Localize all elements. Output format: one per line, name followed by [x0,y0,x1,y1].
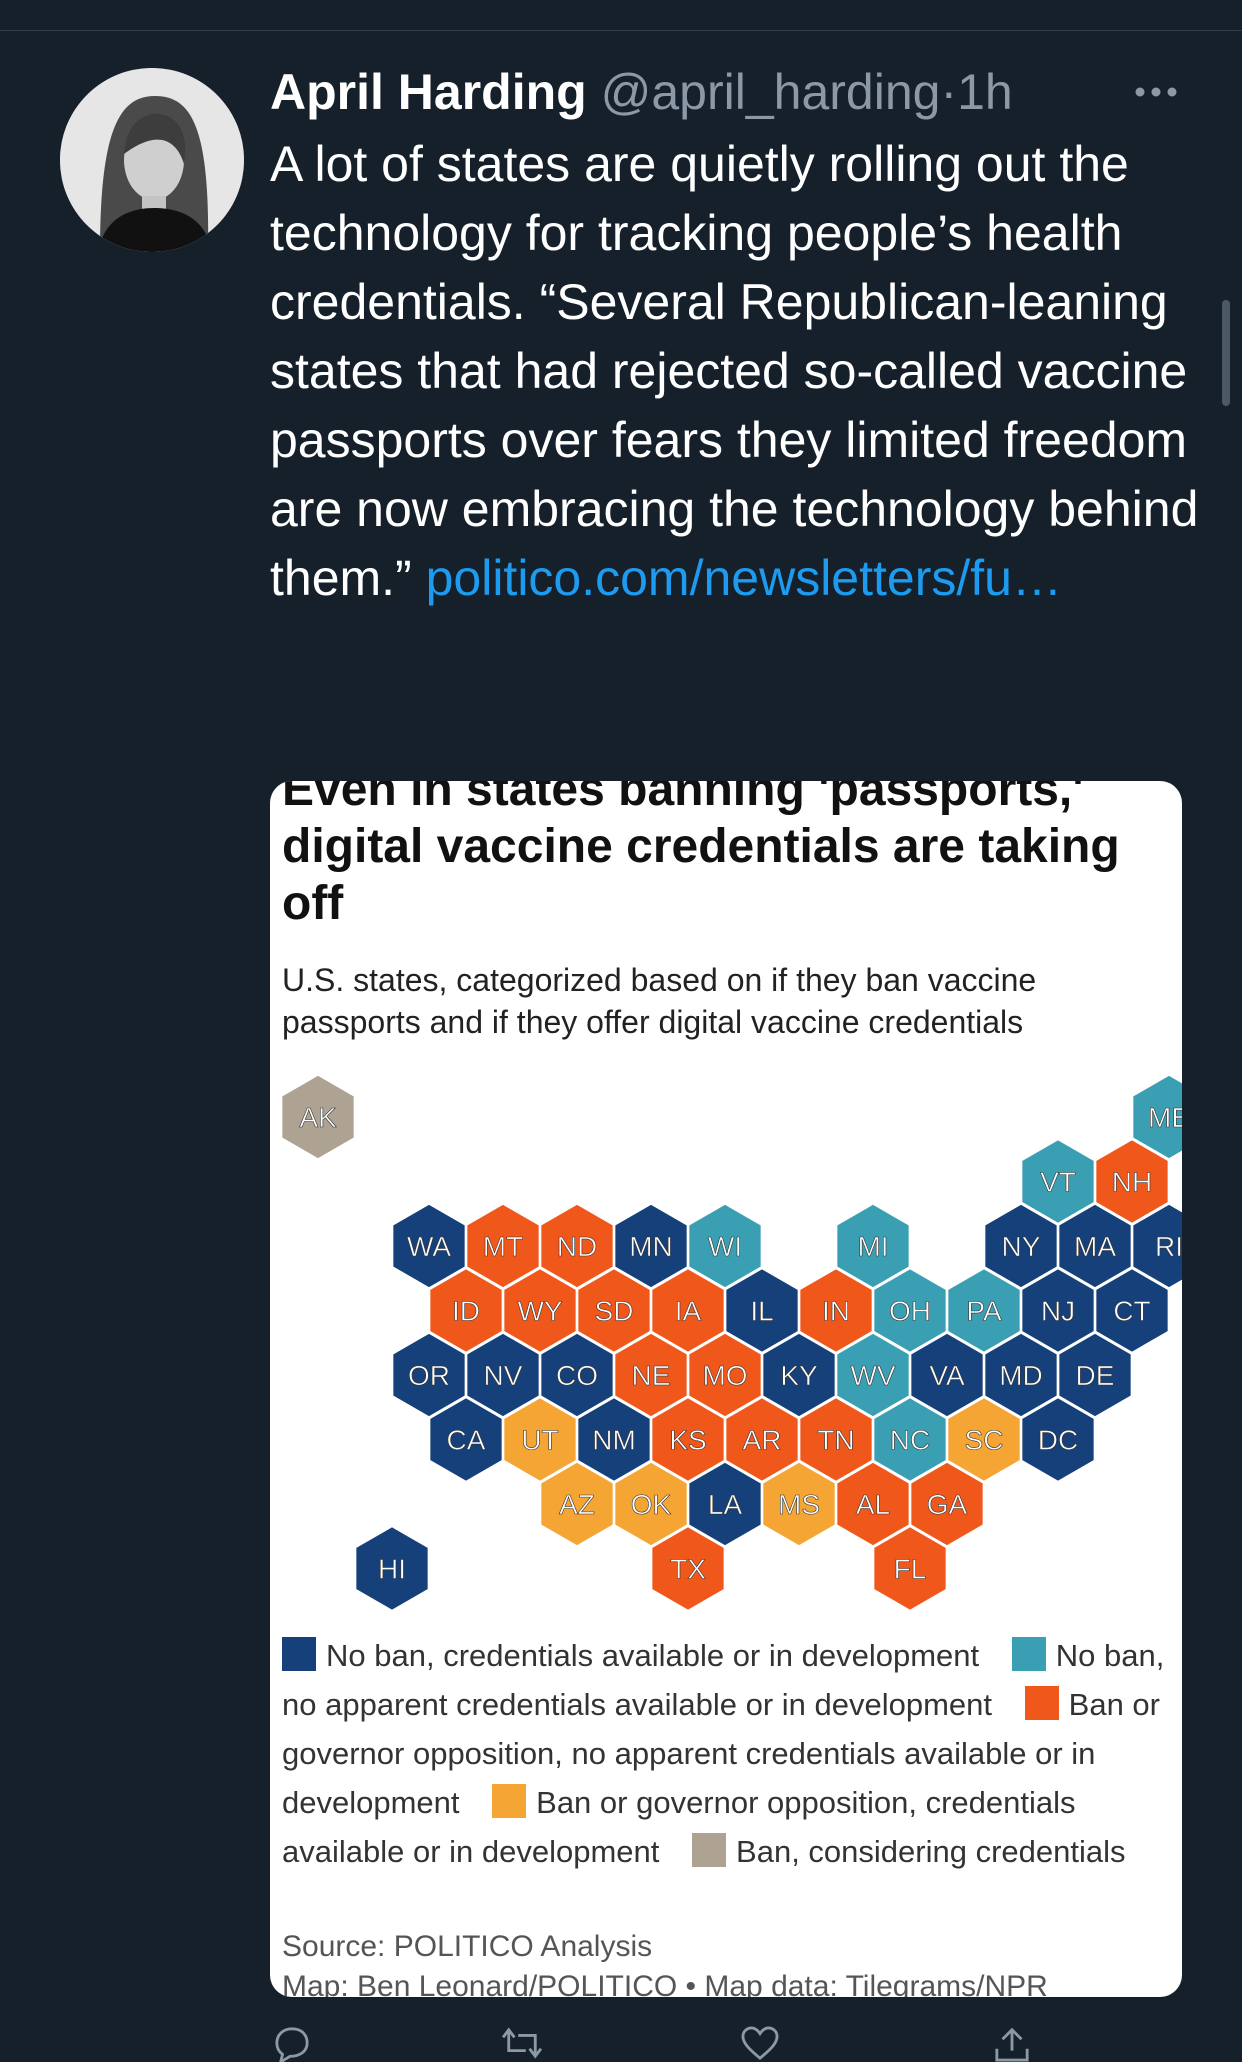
state-label: OH [889,1296,931,1327]
state-label: WV [850,1360,895,1391]
more-icon [1135,87,1177,97]
legend-item-ban-considering: Ban, considering credentials [692,1833,1126,1869]
legend-item-no-ban-credentials: No ban, credentials available or in deve… [282,1637,980,1673]
state-label: KS [669,1425,706,1456]
author-handle[interactable]: @april_harding [601,64,941,120]
state-label: MS [778,1489,820,1520]
state-label: MO [702,1360,747,1391]
state-label: MA [1074,1231,1116,1262]
legend-swatch [1024,1686,1059,1720]
more-options-button[interactable] [1128,64,1184,120]
state-label: ME [1148,1102,1182,1133]
state-label: FL [894,1554,927,1585]
tweet-header: April Harding @april_harding·1h [270,60,1013,124]
state-label: MI [857,1231,888,1262]
tweet-text: A lot of states are quietly rolling out … [270,130,1210,613]
media-card[interactable]: Even in states banning 'passports,' digi… [270,781,1182,1997]
state-label: VT [1040,1167,1076,1198]
state-label: PA [966,1296,1002,1327]
state-label: CA [447,1425,486,1456]
legend-swatch [692,1833,727,1867]
scrollbar[interactable] [1222,300,1230,406]
state-label: NM [592,1425,636,1456]
share-icon[interactable] [990,2026,1034,2062]
card-title: Even in states banning 'passports,' digi… [282,781,1120,930]
state-label: HI [378,1554,406,1585]
state-label: UT [521,1425,558,1456]
state-label: NH [1112,1167,1152,1198]
state-label: NY [1002,1231,1041,1262]
state-label: MN [629,1231,673,1262]
state-label: ND [557,1231,597,1262]
legend-swatch [1011,1637,1046,1671]
article-link[interactable]: politico.com/newsletters/fu… [426,550,1062,606]
map-legend: No ban, credentials available or in deve… [282,1631,1177,1876]
state-label: VA [929,1360,965,1391]
state-label: CT [1113,1296,1150,1327]
legend-swatch [492,1784,527,1818]
state-label: WA [407,1231,451,1262]
header-separator: · [940,64,958,120]
retweet-icon[interactable] [500,2026,544,2062]
state-label: LA [708,1489,743,1520]
card-source: Source: POLITICO Analysis [282,1930,653,1963]
state-label: NV [484,1360,523,1391]
hex-tile-map: AK ME VT NH WA MT ND MN WI MI NY MA RI ID WY SD IA IL IN OH… [280,1074,1182,1612]
state-label: DE [1076,1360,1115,1391]
state-label: NE [632,1360,671,1391]
timeline-divider [0,30,1242,31]
state-label: OR [408,1360,450,1391]
state-label: OK [631,1489,672,1520]
state-label: TN [817,1425,854,1456]
like-icon[interactable] [738,2026,782,2062]
state-tile-hi: HI [354,1525,430,1612]
state-label: SC [965,1425,1004,1456]
card-subtitle: U.S. states, categorized based on if the… [282,962,1037,1040]
state-label: RI [1155,1231,1182,1262]
state-label: GA [927,1489,968,1520]
state-label: WI [708,1231,742,1262]
legend-label: Ban, considering credentials [736,1834,1126,1869]
card-credit: Map: Ben Leonard/POLITICO • Map data: Ti… [282,1970,1048,1997]
tweet-body: A lot of states are quietly rolling out … [270,136,1199,606]
state-label: AK [299,1102,337,1133]
state-label: IL [750,1296,773,1327]
state-label: MT [483,1231,523,1262]
state-tile-ak: AK [280,1074,356,1160]
reply-icon[interactable] [270,2026,314,2062]
state-label: DC [1038,1425,1078,1456]
author-name[interactable]: April Harding [270,64,587,120]
state-label: IA [675,1296,702,1327]
state-label: NC [890,1425,930,1456]
state-label: IN [822,1296,850,1327]
state-label: WY [517,1296,562,1327]
state-label: MD [999,1360,1043,1391]
state-label: ID [452,1296,480,1327]
tweet-actions [270,2026,1170,2062]
state-label: SD [595,1296,634,1327]
state-label: CO [556,1360,598,1391]
author-avatar[interactable] [60,68,244,252]
state-label: AR [743,1425,782,1456]
avatar-photo [60,68,244,252]
state-label: AZ [559,1489,595,1520]
state-label: TX [670,1554,706,1585]
state-label: KY [780,1360,818,1391]
legend-label: No ban, credentials available or in deve… [326,1638,980,1673]
state-label: AL [856,1489,890,1520]
state-label: NJ [1041,1296,1075,1327]
legend-swatch [282,1637,316,1671]
tweet-timestamp[interactable]: 1h [957,64,1013,120]
